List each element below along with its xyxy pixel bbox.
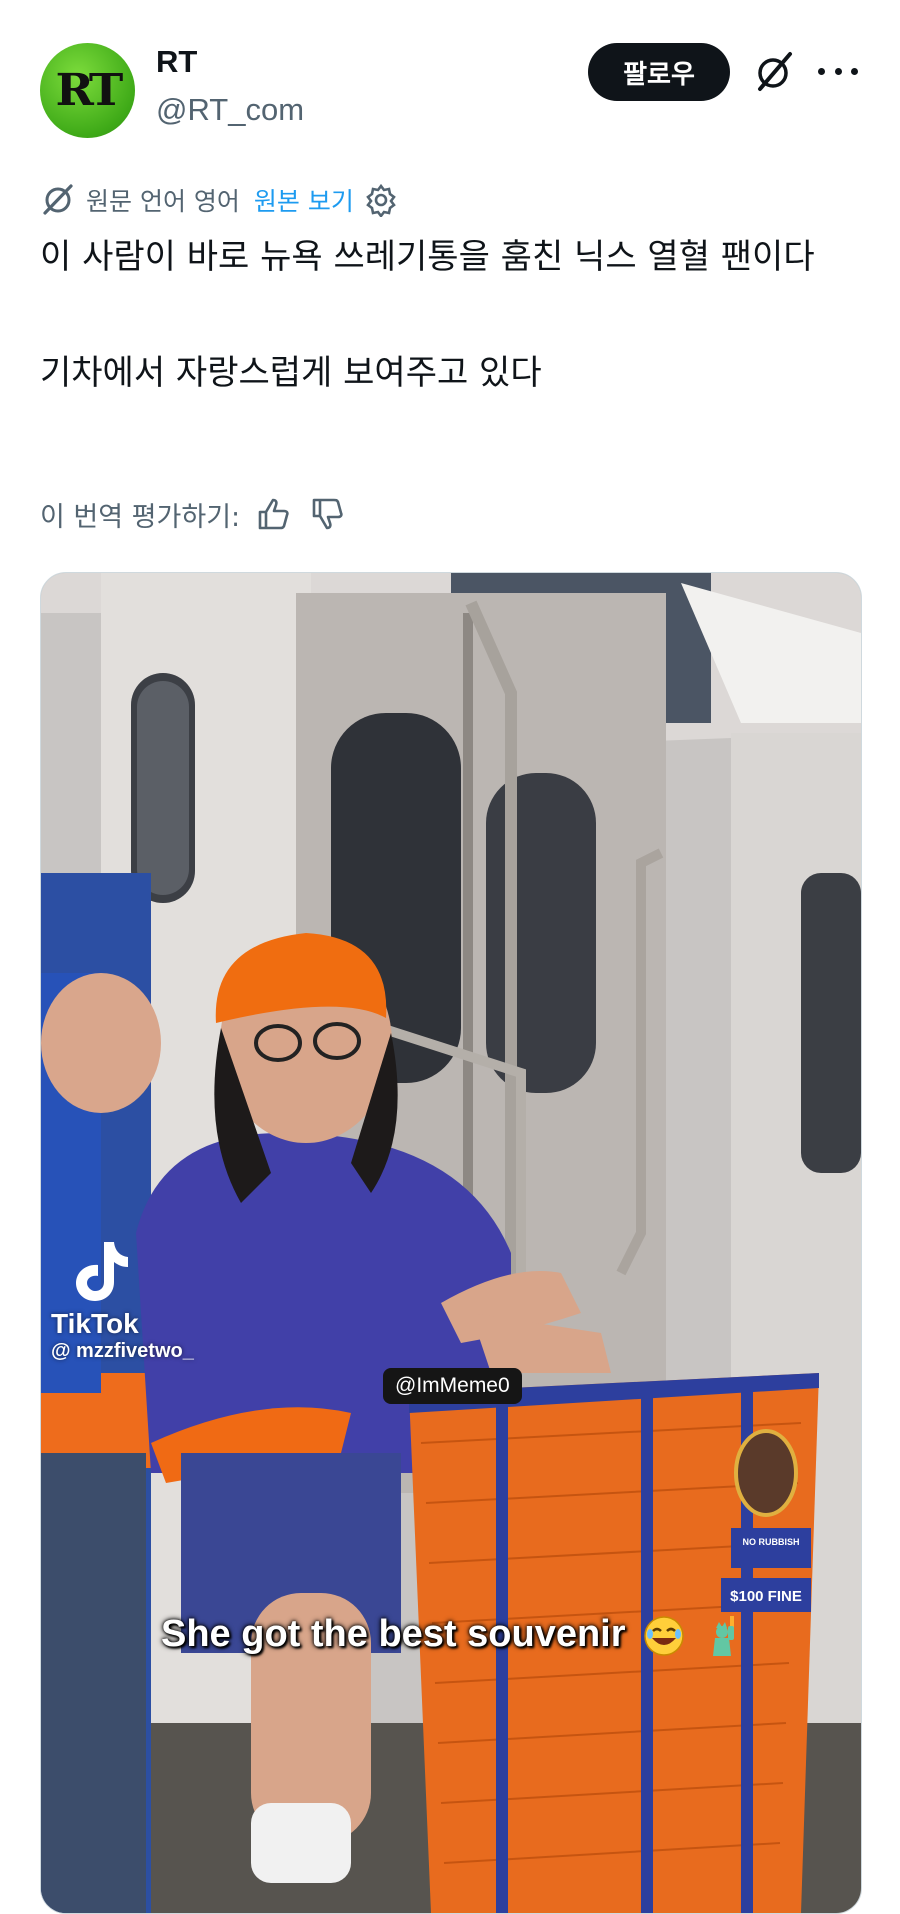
user-handle[interactable]: @RT_com	[156, 92, 304, 128]
translation-row: 원문 언어 영어 원본 보기	[40, 180, 398, 220]
tiktok-username: @ mzzfivetwo_	[51, 1340, 194, 1362]
grok-icon[interactable]	[752, 50, 796, 94]
video-caption: She got the best souvenir	[161, 1613, 747, 1658]
trash-sign-2: $100 FINE	[730, 1588, 802, 1605]
tiktok-icon	[76, 1242, 128, 1301]
meme-account-tag: @ImMeme0	[383, 1368, 522, 1404]
display-name[interactable]: RT	[156, 44, 197, 80]
translate-icon	[43, 184, 73, 215]
tweet-video[interactable]: NO RUBBISH $100 FINE TikTok @ mzzfivetwo…	[40, 572, 862, 1914]
view-original-link[interactable]: 원본 보기	[254, 182, 354, 218]
follow-button[interactable]: 팔로우	[588, 43, 730, 101]
thumbs-up-icon[interactable]	[254, 494, 294, 534]
tiktok-watermark: TikTok @ mzzfivetwo_	[51, 1238, 194, 1363]
gear-icon[interactable]	[364, 183, 398, 217]
thumbs-down-icon[interactable]	[308, 494, 348, 534]
statue-of-liberty-icon	[712, 1615, 734, 1656]
avatar[interactable]: RT	[40, 43, 135, 138]
more-icon[interactable]	[818, 56, 858, 86]
tweet-text: 이 사람이 바로 뉴욕 쓰레기통을 훔친 닉스 열혈 팬이다 기차에서 자랑스럽…	[40, 237, 815, 393]
trash-sign-1: NO RUBBISH	[742, 1537, 799, 1547]
tiktok-brand: TikTok	[51, 1308, 139, 1339]
rate-translation-row: 이 번역 평가하기:	[40, 492, 348, 536]
avatar-logo-text: RT	[55, 65, 124, 116]
rate-translation-label: 이 번역 평가하기:	[40, 501, 241, 533]
translation-language-note: 원문 언어 영어	[86, 187, 240, 216]
video-caption-text: She got the best souvenir	[161, 1613, 626, 1655]
laughing-emoji-icon	[644, 1616, 684, 1656]
